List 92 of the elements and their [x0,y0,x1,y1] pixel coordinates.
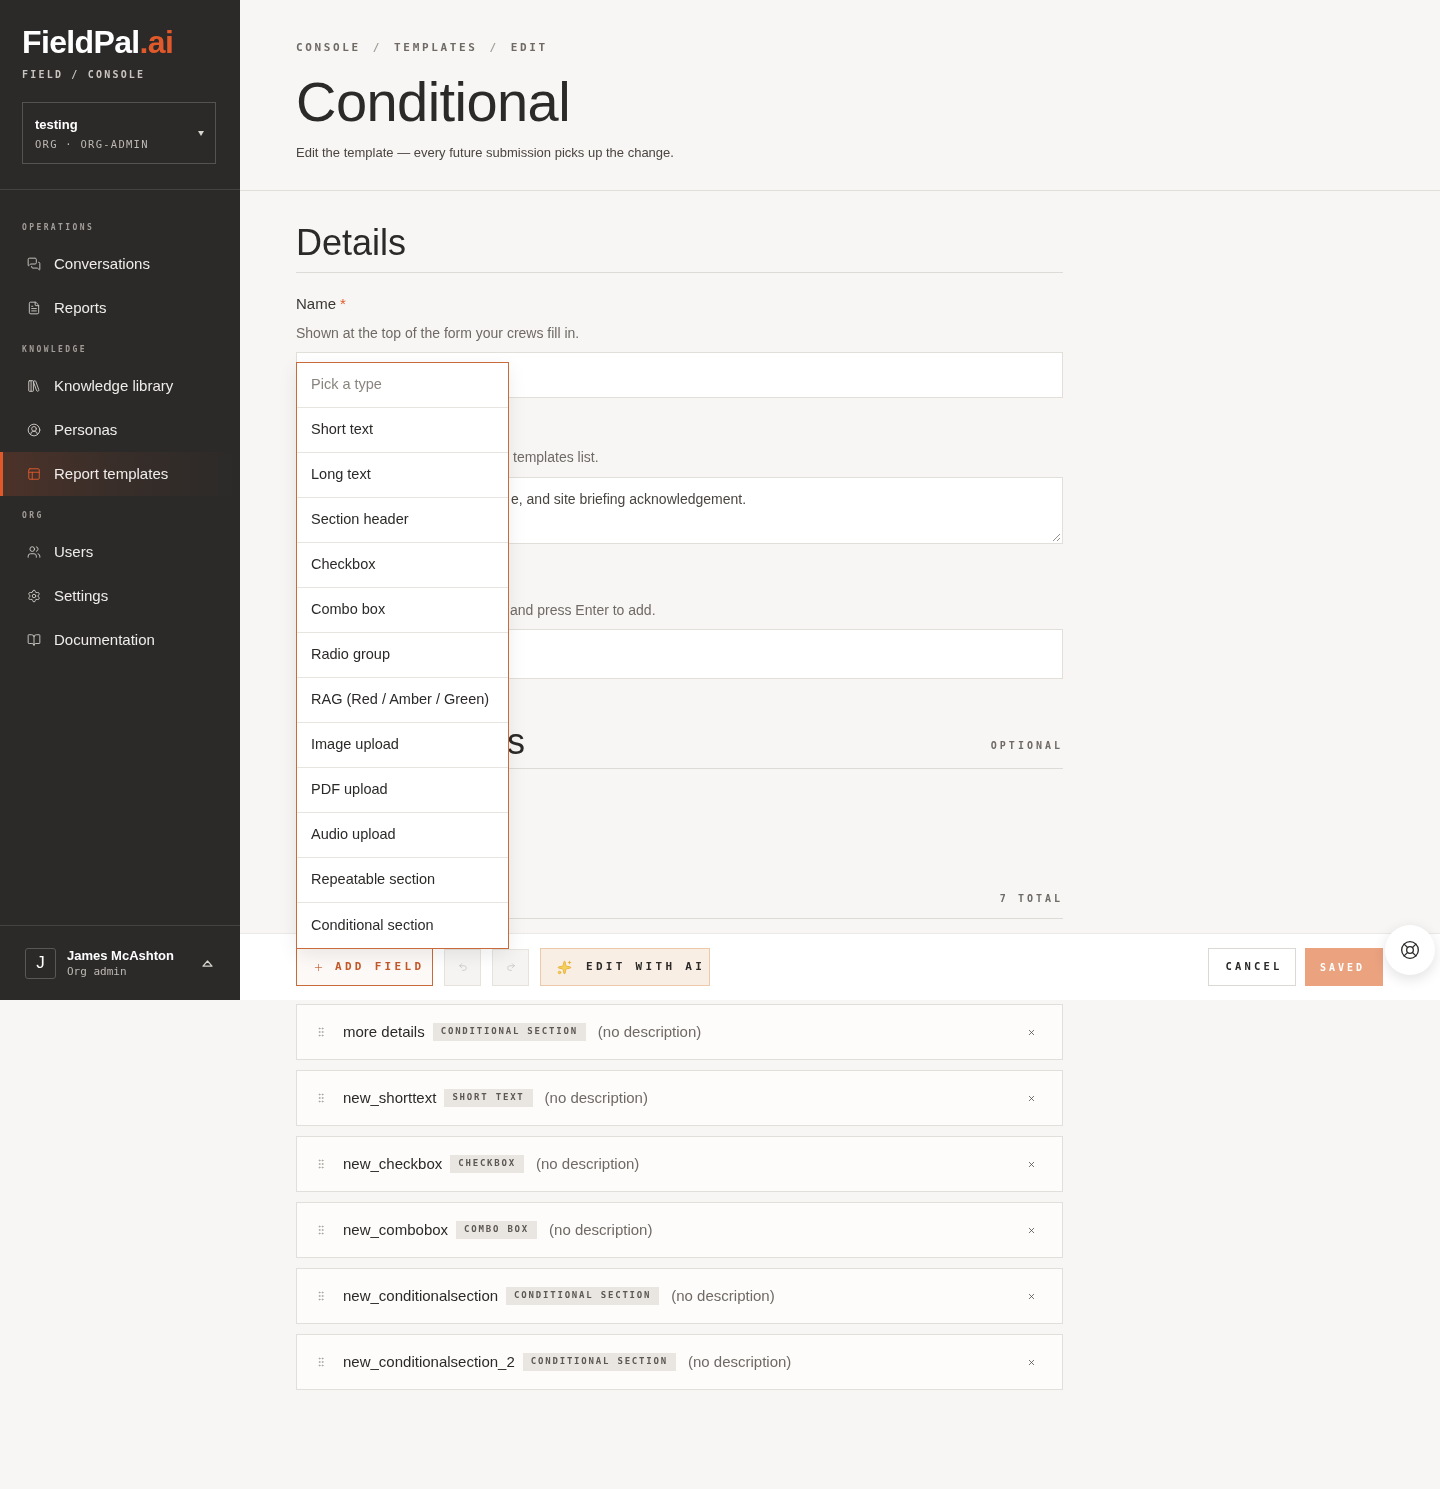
menu-option[interactable]: Repeatable section [297,858,508,903]
user-circle-icon [27,423,41,437]
drag-handle-icon[interactable] [315,1224,327,1236]
field-name: new_conditionalsection_2 [343,1352,515,1372]
org-switcher[interactable]: testing ORG · ORG-ADMIN [22,102,216,164]
breadcrumb-link[interactable]: CONSOLE [296,42,361,54]
nav-item[interactable]: Personas [0,408,240,452]
nav-item[interactable]: Knowledge library [0,364,240,408]
nav-section-label: OPERATIONS [22,222,95,234]
breadcrumb-link[interactable]: EDIT [510,42,548,54]
field-type-tag: SHORT TEXT [444,1089,533,1107]
plus-icon [313,961,324,973]
chevron-up-icon [201,959,213,967]
close-icon [1026,1357,1036,1367]
nav-item[interactable]: Users [0,530,240,574]
breadcrumb-link[interactable]: TEMPLATES [394,42,478,54]
nav-item[interactable]: Settings [0,574,240,618]
nav-section-label: KNOWLEDGE [22,344,87,356]
menu-option[interactable]: Checkbox [297,543,508,588]
section-title: Details [296,221,407,265]
close-icon [1026,1291,1036,1301]
drag-handle-icon[interactable] [315,1290,327,1302]
page-title: Conditional [296,72,571,132]
field-count: 7 TOTAL [999,893,1063,905]
menu-option[interactable]: Conditional section [297,903,508,948]
undo-icon [457,962,468,972]
menu-option[interactable]: Radio group [297,633,508,678]
field-hint: templates list. [513,448,599,467]
field-name: more details [343,1022,425,1042]
edit-with-ai-button[interactable]: EDIT WITH AI [540,948,710,986]
cancel-button[interactable]: CANCEL [1208,948,1296,986]
layout-icon [27,467,41,481]
menu-option[interactable]: Image upload [297,723,508,768]
menu-option[interactable]: PDF upload [297,768,508,813]
redo-icon [505,962,516,972]
menu-option[interactable]: RAG (Red / Amber / Green) [297,678,508,723]
tagline: FIELD / CONSOLE [22,69,146,81]
field-hint: Shown at the top of the form your crews fill in. [296,324,580,343]
close-icon [1026,1225,1036,1235]
caret-down-icon [198,130,204,136]
avatar: J [25,947,56,979]
settings-icon [27,589,41,603]
field-type-tag: CONDITIONAL SECTION [506,1287,660,1305]
add-field-button[interactable]: ADD FIELD [296,948,433,986]
nav-item[interactable]: Conversations [0,242,240,286]
field-name: new_combobox [343,1220,449,1240]
nav-item[interactable]: Documentation [0,618,240,662]
menu-option[interactable]: Audio upload [297,813,508,858]
field-name: new_conditionalsection [343,1286,499,1306]
nav-section-label: ORG [22,510,44,522]
resize-handle-icon [1053,534,1060,541]
books-icon [27,379,41,393]
close-icon [1026,1093,1036,1103]
chat-bubbles-icon [27,257,41,271]
drag-handle-icon[interactable] [315,1092,327,1104]
menu-option[interactable]: Short text [297,408,508,453]
section-title: s [507,720,525,764]
field-label: Name * [296,294,346,314]
field-type-tag: CONDITIONAL SECTION [522,1353,676,1371]
nav-item[interactable]: Reports [0,286,240,330]
user-role: Org admin [67,964,127,979]
lifebuoy-icon [1400,940,1420,960]
field-name: new_shorttext [343,1088,437,1108]
close-icon [1026,1159,1036,1169]
field-type-tag: CHECKBOX [450,1155,524,1173]
open-book-icon [27,633,41,647]
field-description: (no description) [549,1220,653,1240]
drag-handle-icon[interactable] [315,1356,327,1368]
menu-option[interactable]: Section header [297,498,508,543]
page-subtitle: Edit the template — every future submission picks up the change. [296,144,674,162]
field-description: (no description) [671,1286,775,1306]
field-description: (no description) [536,1154,640,1174]
drag-handle-icon[interactable] [315,1158,327,1170]
optional-label: OPTIONAL [990,740,1063,752]
field-description: (no description) [597,1022,702,1042]
user-name: James McAshton [67,947,174,964]
field-type-tag: CONDITIONAL SECTION [432,1023,586,1041]
field-description: (no description) [544,1088,648,1108]
sparkle-icon [557,959,572,975]
breadcrumb-separator: / [372,42,383,54]
breadcrumb-separator: / [489,42,499,54]
drag-handle-icon[interactable] [315,1026,327,1038]
close-icon [1026,1027,1036,1037]
field-type-tag: COMBO BOX [456,1221,538,1239]
field-hint: and press Enter to add. [510,601,656,620]
menu-option[interactable]: Combo box [297,588,508,633]
users-icon [27,545,41,559]
field-name: new_checkbox [343,1154,443,1174]
logo: FieldPal.ai [22,24,174,60]
menu-option[interactable]: Long text [297,453,508,498]
field-description: (no description) [687,1352,792,1372]
document-icon [27,301,41,315]
